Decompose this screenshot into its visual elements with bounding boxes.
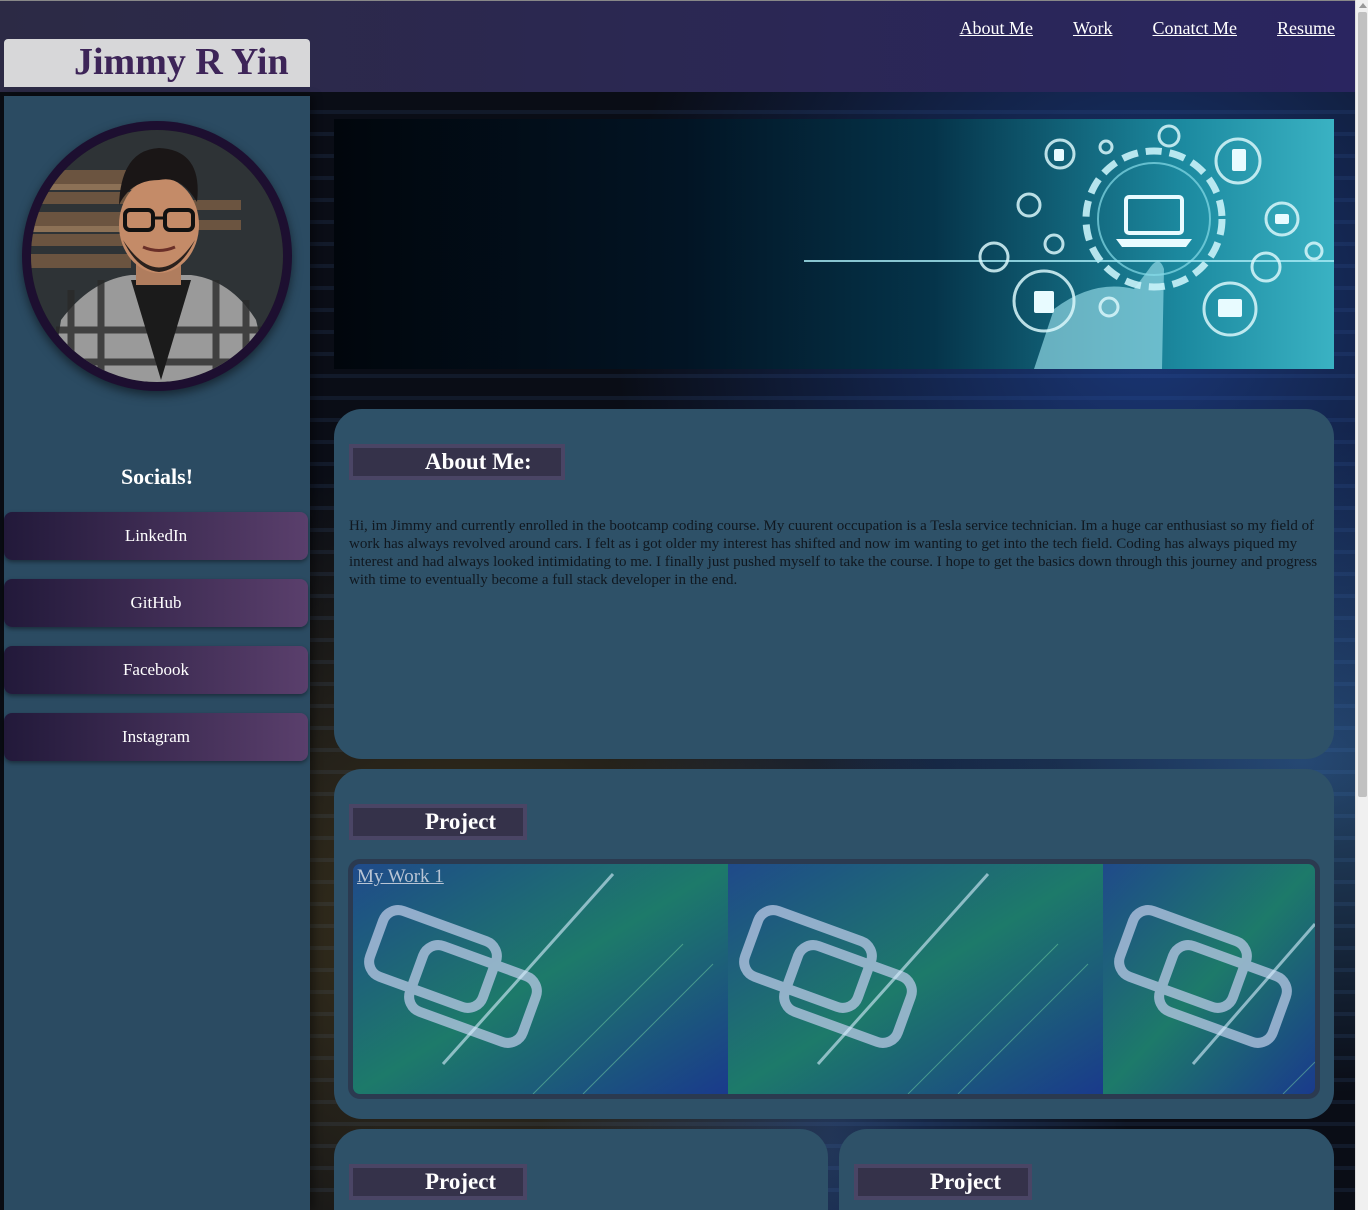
sidebar: Socials! LinkedIn GitHub Facebook Instag… [4, 96, 310, 1210]
hero-banner [334, 119, 1334, 369]
page-scrollbar[interactable] [1355, 0, 1368, 1210]
nav-work[interactable]: Work [1073, 18, 1113, 39]
socials-heading: Socials! [120, 464, 194, 489]
scroll-thumb[interactable] [1358, 12, 1367, 797]
linkedin-button[interactable]: LinkedIn [4, 512, 308, 560]
about-text: Hi, im Jimmy and currently enrolled in t… [349, 518, 1318, 588]
nav-resume[interactable]: Resume [1277, 18, 1335, 39]
avatar-frame [22, 121, 292, 391]
about-heading: About Me: [349, 444, 565, 480]
instagram-button[interactable]: Instagram [4, 713, 308, 761]
github-button[interactable]: GitHub [4, 579, 308, 627]
nav-contact-me[interactable]: Conatct Me [1153, 18, 1237, 39]
site-title: Jimmy R Yin [4, 39, 310, 87]
facebook-button[interactable]: Facebook [4, 646, 308, 694]
work-card[interactable]: My Work 1 [348, 859, 1320, 1099]
project-heading-2: Project [349, 1164, 527, 1200]
main-nav: About Me Work Conatct Me Resume [959, 18, 1335, 39]
work-preview-image [353, 864, 1315, 1094]
project-heading: Project [349, 804, 527, 840]
about-section: About Me: Hi, im Jimmy and currently enr… [334, 409, 1334, 759]
hero-tech-image [804, 124, 1334, 369]
scroll-up-arrow-icon[interactable] [1359, 3, 1367, 8]
project-section-2: Project [334, 1129, 828, 1210]
nav-about-me[interactable]: About Me [959, 18, 1033, 39]
project-section: Project My Work 1 [334, 769, 1334, 1119]
my-work-1-link[interactable]: My Work 1 [357, 866, 444, 888]
avatar [31, 130, 283, 382]
profile-photo [31, 130, 283, 382]
project-section-3: Project [839, 1129, 1334, 1210]
project-heading-3: Project [854, 1164, 1032, 1200]
